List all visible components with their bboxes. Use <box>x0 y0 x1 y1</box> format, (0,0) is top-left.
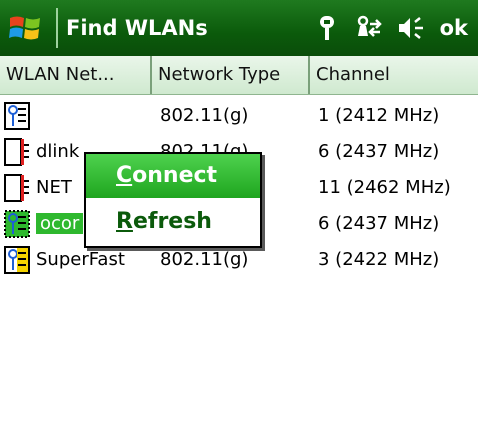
network-type: 802.11(g) <box>160 105 249 126</box>
network-channel: 6 (2437 MHz) <box>318 213 440 234</box>
table-row[interactable]: 802.11(g) 1 (2412 MHz) <box>0 98 478 134</box>
context-menu: Connect Refresh <box>84 152 262 248</box>
ok-button[interactable]: ok <box>440 16 468 40</box>
column-network-type[interactable]: Network Type <box>152 56 310 94</box>
connectivity-icon[interactable] <box>352 11 386 45</box>
access-point-secure-icon <box>4 246 30 274</box>
column-header: WLAN Net... Network Type Channel <box>0 56 478 95</box>
refresh-label: efresh <box>132 209 212 234</box>
column-channel[interactable]: Channel <box>310 56 478 94</box>
access-point-icon <box>4 102 30 130</box>
system-tray: ok <box>310 0 478 56</box>
speaker-icon[interactable] <box>394 11 428 45</box>
windows-start-icon[interactable] <box>8 10 42 44</box>
refresh-accelerator: R <box>116 209 133 234</box>
column-wlan-network[interactable]: WLAN Net... <box>0 56 152 94</box>
title-bar: Find WLANs ok <box>0 0 478 56</box>
selected-network-name: ocor <box>36 213 84 234</box>
network-name <box>36 98 148 134</box>
connect-label: onnect <box>132 163 218 188</box>
connect-accelerator: C <box>116 163 133 188</box>
refresh-menu-item[interactable]: Refresh <box>86 200 260 244</box>
access-point-icon <box>4 210 30 238</box>
network-channel: 1 (2412 MHz) <box>318 105 440 126</box>
connect-menu-item[interactable]: Connect <box>86 154 260 198</box>
ad-hoc-icon <box>4 138 29 166</box>
network-channel: 3 (2422 MHz) <box>318 249 440 270</box>
ad-hoc-icon <box>4 174 29 202</box>
antenna-icon[interactable] <box>310 11 344 45</box>
network-channel: 11 (2462 MHz) <box>318 177 451 198</box>
network-channel: 6 (2437 MHz) <box>318 141 440 162</box>
title-separator <box>56 8 58 48</box>
window-title: Find WLANs <box>66 16 208 40</box>
